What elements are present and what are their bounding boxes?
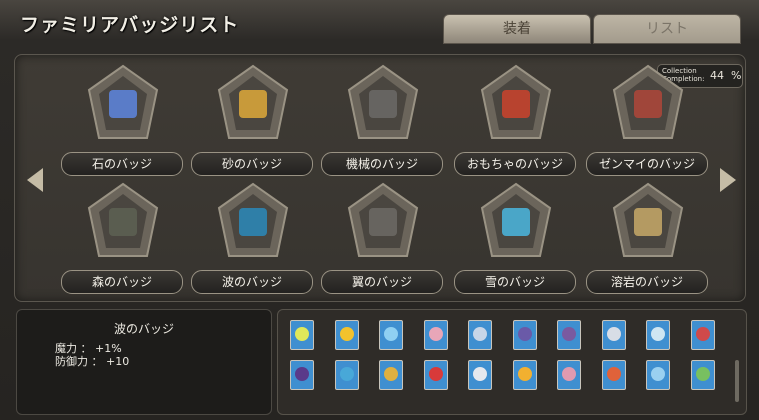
famiglia-card[interactable]: [334, 320, 359, 350]
monster-icon: [339, 327, 354, 341]
famiglia-card[interactable]: [557, 360, 581, 390]
badge-label: 雪のバッジ: [454, 270, 576, 294]
badge-slot[interactable]: 溶岩のバッジ: [586, 178, 710, 296]
monster-icon: [562, 367, 576, 381]
collection-value: 44: [710, 69, 724, 82]
prev-page-arrow-icon[interactable]: [27, 168, 43, 192]
collection-unit: %: [731, 69, 742, 82]
monster-icon: [473, 327, 487, 341]
monster-icon: [384, 327, 398, 341]
snowflake-icon: [502, 208, 530, 236]
famiglia-card[interactable]: [601, 360, 626, 390]
famiglia-card[interactable]: [512, 320, 537, 350]
monster-icon: [473, 367, 487, 381]
gear-icon: [369, 90, 397, 118]
famiglia-card[interactable]: [646, 360, 670, 390]
monster-icon: [562, 327, 576, 341]
tab-equip[interactable]: 装着: [443, 14, 591, 44]
selected-badge-name: 波のバッジ: [113, 322, 174, 336]
famiglia-card[interactable]: [557, 320, 581, 350]
badge-slot[interactable]: 砂のバッジ: [191, 60, 315, 178]
badge-label: 溶岩のバッジ: [586, 270, 708, 294]
badge-label: 波のバッジ: [191, 270, 313, 294]
famiglia-card-panel: [277, 309, 747, 415]
monster-icon: [295, 367, 309, 381]
badge-label: 翼のバッジ: [321, 270, 443, 294]
famiglia-card[interactable]: [290, 320, 314, 350]
window-title: ファミリアバッジリスト: [20, 14, 240, 36]
famiglia-card[interactable]: [512, 360, 537, 390]
wave-orb-icon: [239, 208, 267, 236]
famiglia-card[interactable]: [601, 320, 626, 350]
badge-slot[interactable]: 波のバッジ: [191, 178, 315, 296]
monster-icon: [695, 367, 710, 381]
lava-ruins-icon: [634, 208, 662, 236]
tab-list[interactable]: リスト: [593, 14, 741, 44]
monster-icon: [517, 327, 532, 341]
famiglia-badge-window: ファミリアバッジリスト 装着 リスト Collection Completion…: [0, 0, 759, 420]
badge-label: 機械のバッジ: [321, 152, 443, 176]
badge-info-panel: 波のバッジ 魔力 ： +1% 防御力 ： +10: [16, 309, 272, 415]
badge-slot[interactable]: 石のバッジ: [61, 60, 185, 178]
badge-label: 砂のバッジ: [191, 152, 313, 176]
famiglia-card[interactable]: [423, 360, 448, 390]
famiglia-card[interactable]: [468, 360, 492, 390]
famiglia-card[interactable]: [334, 360, 359, 390]
badge-label: 石のバッジ: [61, 152, 183, 176]
badge-label: おもちゃのバッジ: [454, 152, 576, 176]
badge-slot[interactable]: 翼のバッジ: [321, 178, 445, 296]
monster-icon: [428, 327, 443, 341]
monster-icon: [295, 327, 309, 341]
forest-icon: [109, 208, 137, 236]
badge-label: ゼンマイのバッジ: [586, 152, 708, 176]
badge-label: 森のバッジ: [61, 270, 183, 294]
title-bar: ファミリアバッジリスト 装着 リスト: [0, 0, 759, 46]
monster-icon: [606, 367, 621, 381]
monster-icon: [606, 327, 621, 341]
clockwork-icon: [634, 90, 662, 118]
badge-slot[interactable]: 雪のバッジ: [454, 178, 578, 296]
monster-icon: [428, 367, 443, 381]
famiglia-card[interactable]: [468, 320, 492, 350]
monster-icon: [384, 367, 398, 381]
famiglia-card[interactable]: [379, 360, 403, 390]
badge-slot[interactable]: 機械のバッジ: [321, 60, 445, 178]
famiglia-card[interactable]: [379, 320, 403, 350]
famiglia-card[interactable]: [690, 360, 715, 390]
famiglia-card[interactable]: [290, 360, 314, 390]
monster-icon: [651, 367, 665, 381]
scrollbar[interactable]: [735, 360, 739, 402]
famiglia-card[interactable]: [423, 320, 448, 350]
monster-icon: [695, 327, 710, 341]
crystal-icon: [109, 90, 137, 118]
monster-icon: [339, 367, 354, 381]
pot-icon: [239, 90, 267, 118]
monster-icon: [517, 367, 532, 381]
toy-castle-icon: [502, 90, 530, 118]
next-page-arrow-icon[interactable]: [720, 168, 736, 192]
stat-label: 防御力 ：: [55, 355, 103, 368]
monster-icon: [651, 327, 665, 341]
badge-slot[interactable]: 森のバッジ: [61, 178, 185, 296]
stat-value: +10: [106, 355, 130, 368]
badge-slot[interactable]: ゼンマイのバッジ: [586, 60, 710, 178]
famiglia-card[interactable]: [646, 320, 670, 350]
famiglia-card[interactable]: [690, 320, 715, 350]
wing-icon: [369, 208, 397, 236]
stat-row: 防御力 ： +10: [55, 353, 129, 369]
badge-slot[interactable]: おもちゃのバッジ: [454, 60, 578, 178]
